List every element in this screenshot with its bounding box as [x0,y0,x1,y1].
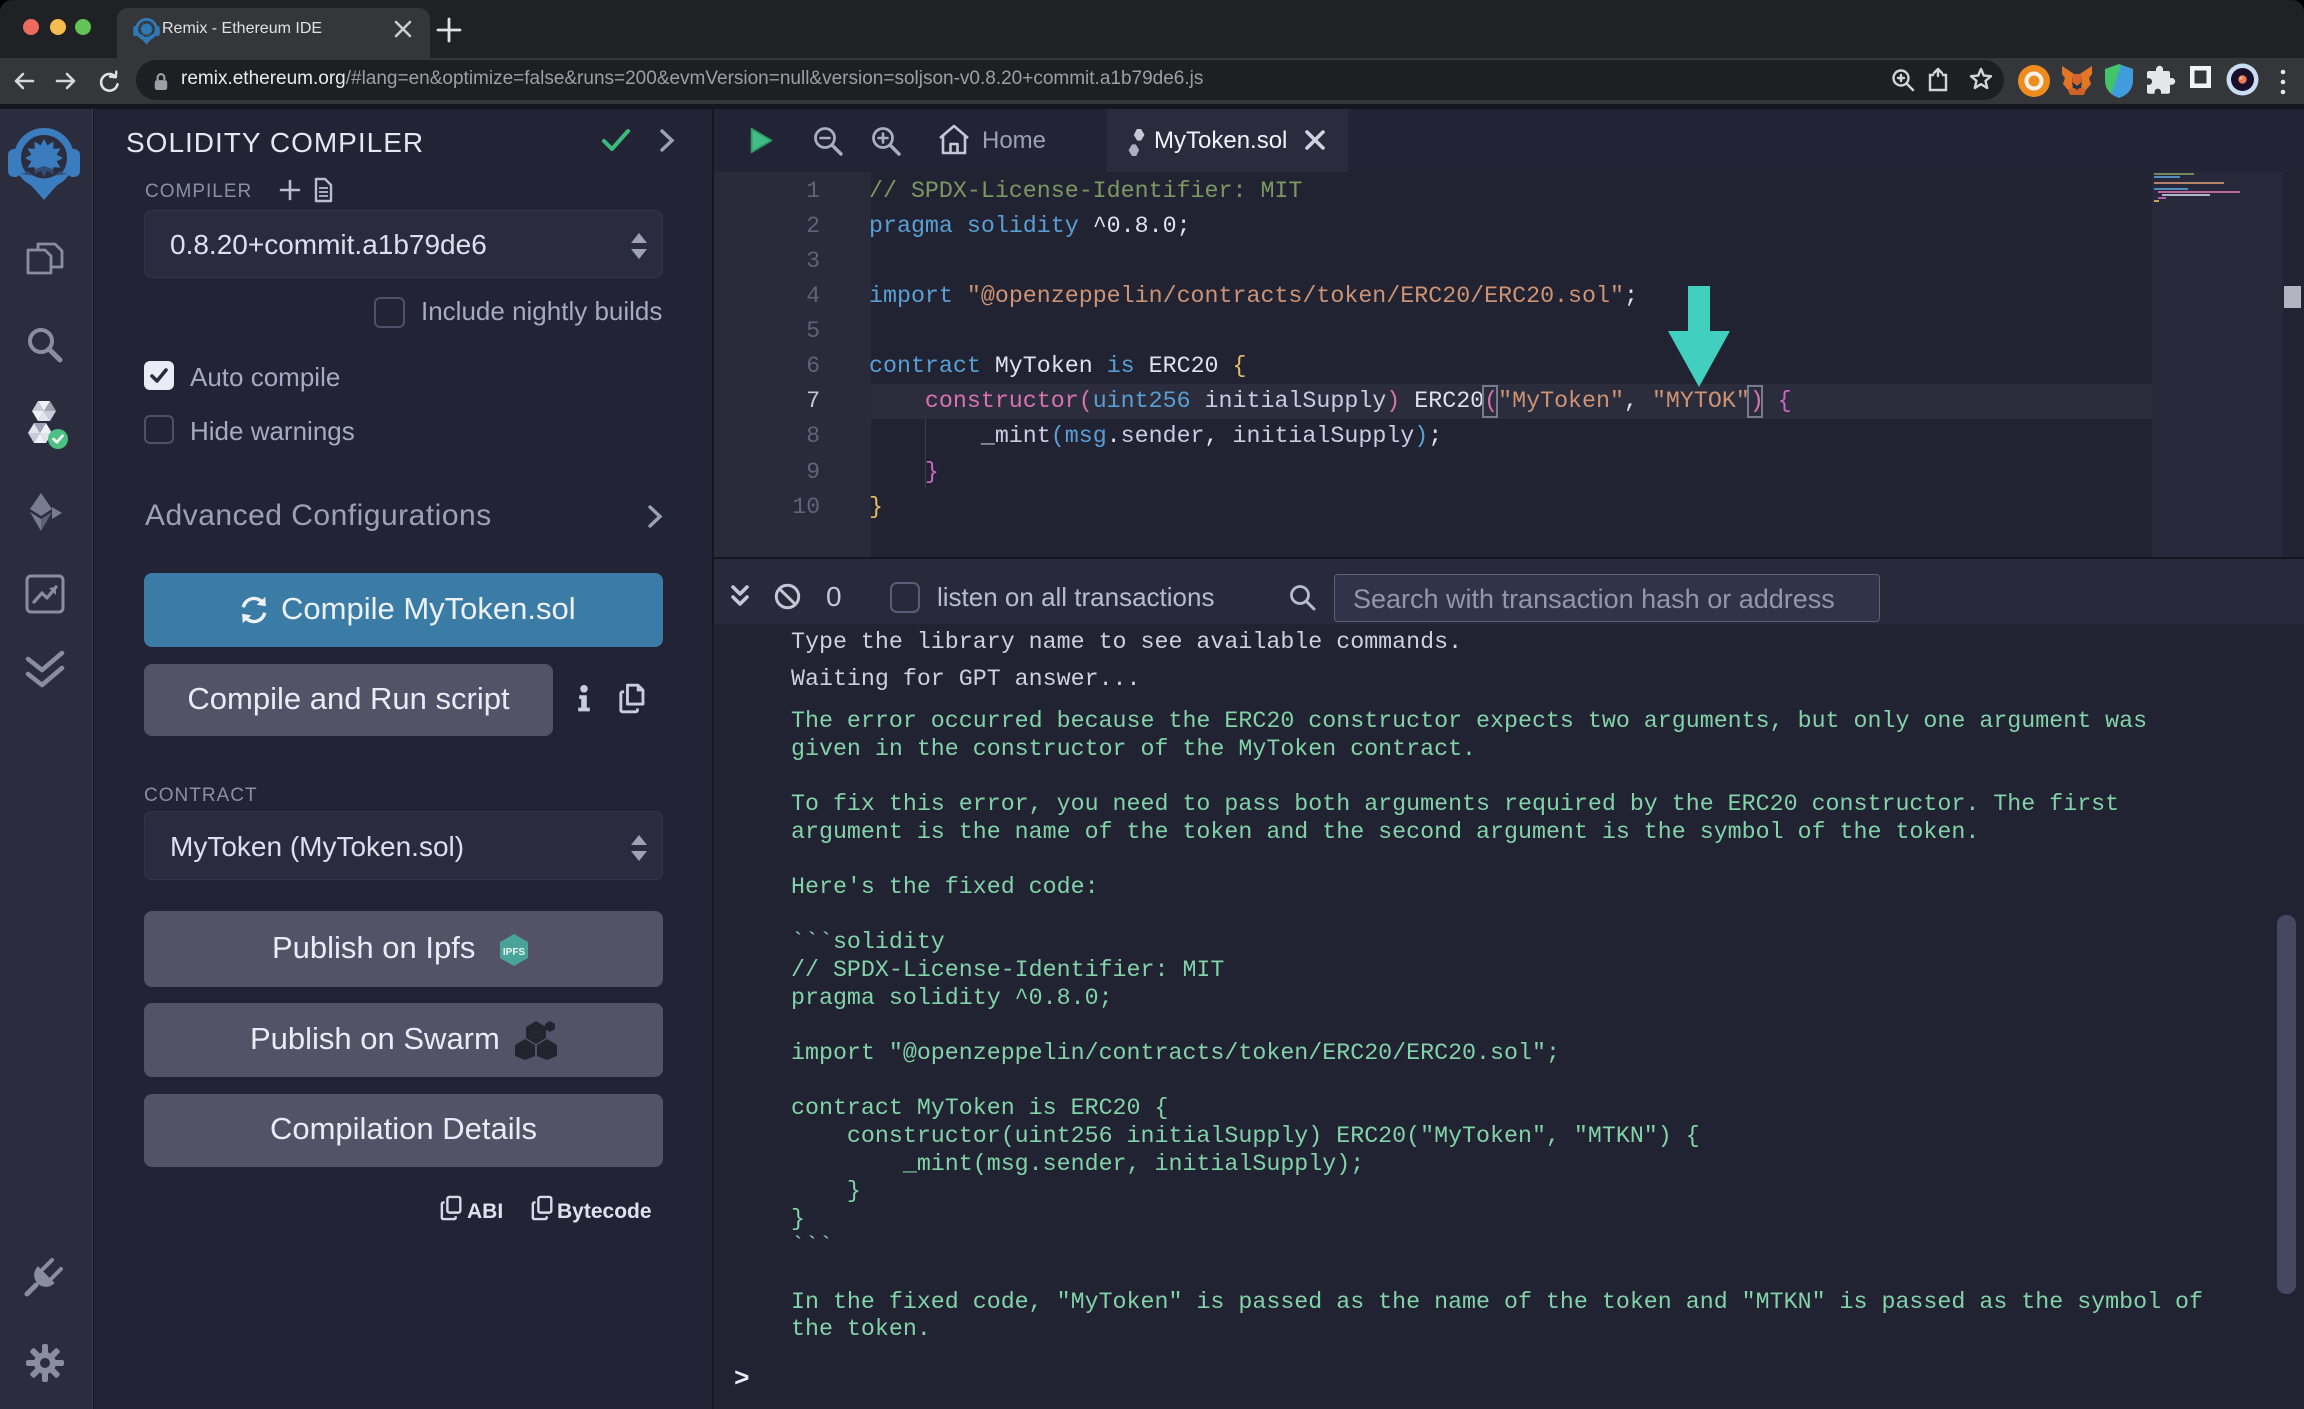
svg-text:IPFS: IPFS [503,947,526,958]
